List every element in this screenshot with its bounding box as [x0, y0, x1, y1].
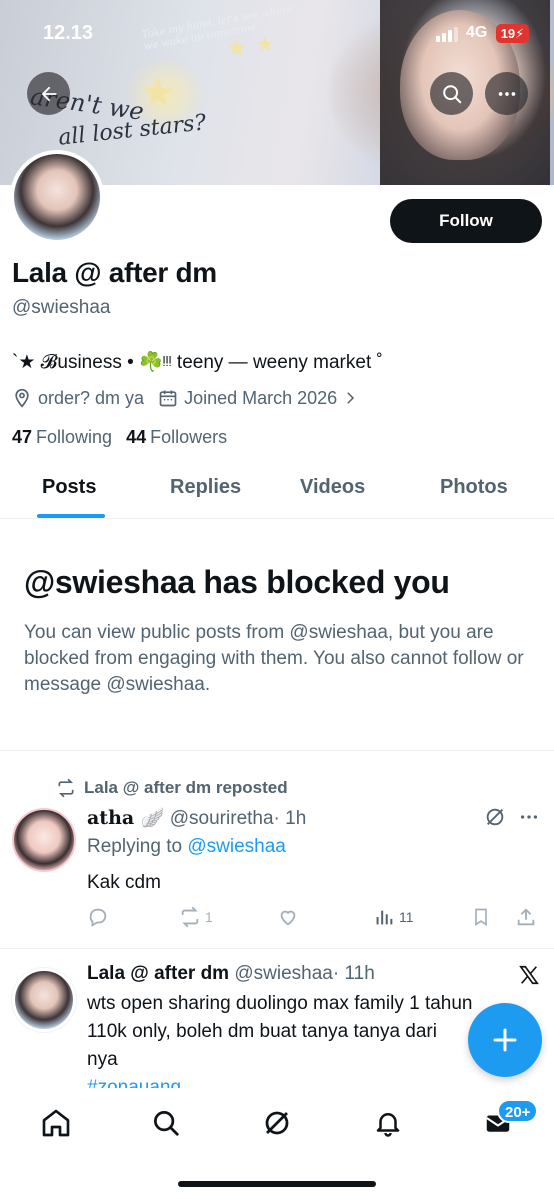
retweet-button[interactable]: 1 [179, 906, 213, 928]
back-button[interactable] [27, 72, 70, 115]
repost-indicator[interactable]: Lala @ after dm reposted [56, 778, 288, 798]
views-icon [376, 910, 393, 925]
post-text: Kak cdm [87, 872, 161, 893]
post-header: Lala @ after dm @swieshaa· 11h [87, 963, 375, 985]
bookmark-button[interactable] [471, 906, 491, 928]
followers-label: Followers [150, 427, 228, 447]
post-text-line: 110k only, boleh dm buat tanya tanya dar… [87, 1021, 437, 1042]
blocked-description: You can view public posts from @swieshaa… [24, 622, 524, 695]
tab-posts[interactable]: Posts [42, 476, 96, 499]
followers-count: 44 [126, 427, 147, 447]
nav-search[interactable] [149, 1106, 183, 1140]
more-icon[interactable] [518, 806, 540, 828]
profile-avatar[interactable] [10, 150, 104, 244]
avatar-image [14, 154, 100, 240]
battery-icon: 19⚡ [496, 24, 529, 43]
more-button[interactable] [485, 72, 528, 115]
divider [0, 948, 554, 949]
views-button[interactable]: 11 [373, 906, 414, 928]
replying-to: Replying to @swieshaa [87, 836, 286, 858]
follow-stats: 47 Following 44 Followers [12, 427, 227, 448]
messages-badge: 20+ [497, 1099, 539, 1123]
post-time: · 11h [332, 963, 375, 984]
search-button[interactable] [430, 72, 473, 115]
bio: `★ 𝓑usiness • ☘️ᵎᵎᵎ teeny — weeny market… [12, 352, 383, 373]
following-link[interactable]: 47 Following [12, 427, 112, 447]
share-icon [517, 908, 535, 926]
compose-button[interactable] [468, 1003, 542, 1077]
post-author-name[interactable]: atha 🪽 [87, 807, 164, 829]
post-time: · 1h [273, 808, 307, 829]
blocked-title: @swieshaa has blocked you [24, 564, 450, 600]
post-actions: 1 11 [87, 906, 539, 932]
grok-icon[interactable] [484, 806, 506, 828]
post-author-handle[interactable]: @souriretha [170, 808, 274, 829]
status-bar: 12.13 4G 19⚡ [0, 22, 554, 46]
profile-tabs: Posts Replies Videos Photos [0, 464, 554, 519]
repost-icon [181, 906, 199, 928]
nav-grok[interactable] [260, 1106, 294, 1140]
home-icon [42, 1109, 70, 1137]
post-author-handle[interactable]: @swieshaa [234, 963, 333, 984]
active-tab-indicator [37, 514, 105, 518]
more-icon [498, 91, 515, 96]
tab-videos[interactable]: Videos [300, 476, 365, 499]
following-label: Following [36, 427, 113, 447]
hashtag-link[interactable]: #zonauang [87, 1074, 487, 1088]
joined-text: Joined March 2026 [184, 387, 338, 408]
status-time: 12.13 [43, 22, 94, 44]
nav-notifications[interactable] [371, 1106, 405, 1140]
post-author-name[interactable]: Lala @ after dm [87, 963, 229, 984]
nav-home[interactable] [39, 1106, 73, 1140]
retweet-count: 1 [205, 909, 213, 925]
repost-label: Lala @ after dm reposted [84, 778, 288, 797]
x-logo-icon [519, 965, 539, 985]
share-button[interactable] [515, 906, 537, 928]
star-icon: ★ [140, 71, 176, 115]
profile-meta: order? dm ya Joined March 2026 [12, 386, 379, 410]
reply-icon [89, 908, 107, 927]
avatar[interactable] [12, 968, 76, 1032]
reply-button[interactable] [87, 906, 109, 928]
plus-icon [493, 1028, 517, 1052]
location-text: order? dm ya [38, 387, 145, 408]
network-label: 4G [466, 24, 488, 41]
display-name: Lala @ after dm [12, 257, 217, 288]
chevron-right-icon [347, 392, 355, 404]
following-count: 47 [12, 427, 33, 447]
replying-prefix: Replying to [87, 836, 183, 857]
repost-icon [58, 778, 74, 798]
followers-link[interactable]: 44 Followers [126, 427, 227, 447]
signal-icon [436, 26, 458, 42]
grok-icon [265, 1111, 289, 1135]
post-text: wts open sharing duolingo max family 1 t… [87, 990, 487, 1088]
post-text-line: nya [87, 1049, 118, 1070]
replying-to-link[interactable]: @swieshaa [187, 836, 286, 857]
views-count: 11 [399, 909, 414, 925]
post-text-line: wts open sharing duolingo max family 1 t… [87, 993, 473, 1014]
tab-photos[interactable]: Photos [440, 476, 508, 499]
follow-button[interactable]: Follow [390, 199, 542, 243]
bookmark-icon [475, 908, 487, 927]
divider [0, 750, 554, 751]
like-button[interactable] [277, 906, 299, 928]
username: @swieshaa [12, 297, 111, 318]
bell-icon [376, 1113, 400, 1137]
tab-replies[interactable]: Replies [170, 476, 241, 499]
joined-date[interactable]: Joined March 2026 [158, 388, 365, 409]
post-header: atha 🪽 @souriretha· 1h [87, 806, 306, 830]
avatar[interactable] [12, 808, 76, 872]
location-pin-icon [15, 388, 29, 408]
battery-level: 19 [500, 26, 516, 41]
location: order? dm ya [12, 388, 144, 409]
heart-icon [280, 910, 296, 926]
search-icon [154, 1111, 179, 1136]
home-indicator [178, 1181, 376, 1187]
calendar-icon [159, 390, 177, 407]
search-icon [442, 84, 461, 103]
arrow-left-icon [41, 86, 56, 101]
